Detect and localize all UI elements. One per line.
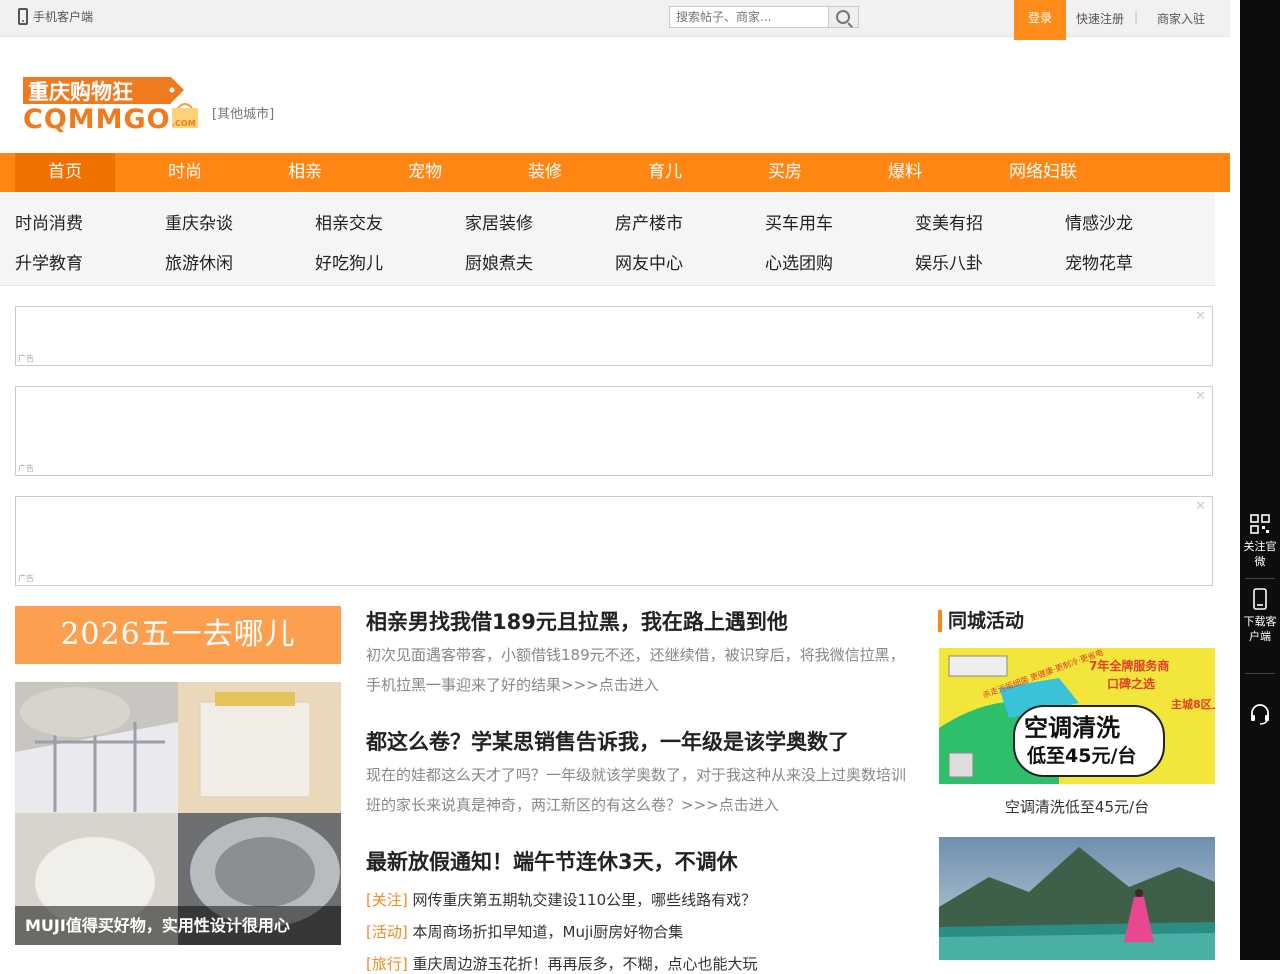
ac-cleaning-image: 空调清洗 低至45元/台 7年全牌服务商 口碑之选 杀走污垢细菌 更健康·更制冷… <box>939 648 1215 784</box>
svg-text:.COM: .COM <box>172 119 196 128</box>
news-item[interactable]: [关注] 网传重庆第五期轨交建设110公里，哪些线路有戏？ <box>366 889 756 910</box>
photo-caption[interactable]: MUJI值得买好物，实用性设计很用心 <box>15 906 341 945</box>
news-item[interactable]: [旅行] 重庆周边游玉花折！再再辰多，不糊，点心也能大玩 <box>366 953 758 974</box>
register-link[interactable]: 快速注册 <box>1076 10 1124 27</box>
nav-dating[interactable]: 相亲 <box>255 153 355 192</box>
ac-caption[interactable]: 空调清洗低至45元/台 <box>939 796 1215 817</box>
other-city-link[interactable]: [其他城市] <box>212 103 274 122</box>
mobile-client-label: 手机客户端 <box>33 10 94 24</box>
subnav-item[interactable]: 家居装修 <box>465 209 533 234</box>
nav-decoration[interactable]: 装修 <box>495 153 595 192</box>
subnav-item[interactable]: 宠物花草 <box>1065 249 1133 274</box>
nav-women-federation[interactable]: 网络妇联 <box>993 153 1093 192</box>
svg-text:口碑之选: 口碑之选 <box>1107 676 1155 691</box>
headset-icon[interactable] <box>1249 703 1271 725</box>
ad-label: 广告 <box>18 574 34 583</box>
ac-cleaning-ad[interactable]: 空调清洗 低至45元/台 7年全牌服务商 口碑之选 杀走污垢细菌 更健康·更制冷… <box>939 648 1215 784</box>
search-input[interactable] <box>669 6 829 28</box>
nav-parenting[interactable]: 育儿 <box>615 153 715 192</box>
ad-label: 广告 <box>18 354 34 363</box>
ad-slot[interactable]: 广告 ✕ <box>15 386 1213 476</box>
nav-breaking[interactable]: 爆料 <box>855 153 955 192</box>
ad-slot[interactable]: 广告 ✕ <box>15 306 1213 366</box>
follow-wechat-button[interactable]: 关注官微 <box>1240 539 1280 569</box>
subnav-item[interactable]: 升学教育 <box>15 249 83 274</box>
news-text: 本周商场折扣早知道，Muji厨房好物合集 <box>412 923 684 941</box>
news-tag: [活动] <box>366 923 408 941</box>
subnav-item[interactable]: 旅游休闲 <box>165 249 233 274</box>
subnav-item[interactable]: 心选团购 <box>765 249 833 274</box>
holiday-banner[interactable]: 2026五一去哪儿 <box>15 606 341 664</box>
close-icon[interactable]: ✕ <box>1195 309 1206 324</box>
nav-house[interactable]: 买房 <box>735 153 835 192</box>
article-title[interactable]: 最新放假通知！端午节连休3天，不调休 <box>366 846 738 876</box>
news-item[interactable]: [活动] 本周商场折扣早知道，Muji厨房好物合集 <box>366 921 683 942</box>
subnav-item[interactable]: 买车用车 <box>765 209 833 234</box>
svg-text:CQMMGO: CQMMGO <box>23 104 171 134</box>
close-icon[interactable]: ✕ <box>1195 499 1206 514</box>
sub-nav: 时尚消费 重庆杂谈 相亲交友 家居装修 房产楼市 买车用车 变美有招 情感沙龙 … <box>0 193 1215 286</box>
search-icon <box>836 10 850 24</box>
nav-home[interactable]: 首页 <box>15 153 115 192</box>
article-desc[interactable]: 现在的娃都这么天才了吗？一年级就该学奥数了，对于我这种从来没上过奥数培训班的家长… <box>366 760 914 820</box>
separator: | <box>1134 10 1139 24</box>
subnav-item[interactable]: 相亲交友 <box>315 209 383 234</box>
search-button[interactable] <box>829 6 859 28</box>
news-text: 网传重庆第五期轨交建设110公里，哪些线路有戏？ <box>412 891 757 909</box>
svg-text:7年全牌服务商: 7年全牌服务商 <box>1089 658 1169 673</box>
phone-download-icon <box>1253 588 1267 610</box>
merchant-link[interactable]: 商家入驻 <box>1157 10 1205 27</box>
download-client-button[interactable]: 下载客户端 <box>1240 614 1280 644</box>
lake-image <box>939 837 1215 960</box>
ad-label: 广告 <box>18 464 34 473</box>
news-tag: [旅行] <box>366 955 408 973</box>
subnav-item[interactable]: 情感沙龙 <box>1065 209 1133 234</box>
svg-text:空调清洗: 空调清洗 <box>1024 714 1120 742</box>
subnav-item[interactable]: 变美有招 <box>915 209 983 234</box>
subnav-item[interactable]: 好吃狗儿 <box>315 249 383 274</box>
news-text: 重庆周边游玉花折！再再辰多，不糊，点心也能大玩 <box>412 955 758 973</box>
divider <box>1245 673 1275 674</box>
phone-icon <box>18 8 28 25</box>
subnav-item[interactable]: 网友中心 <box>615 249 683 274</box>
site-logo[interactable]: 重庆购物狂 CQMMGO .COM <box>22 76 202 134</box>
subnav-item[interactable]: 娱乐八卦 <box>915 249 983 274</box>
nav-fashion[interactable]: 时尚 <box>135 153 235 192</box>
divider <box>1245 578 1275 579</box>
close-icon[interactable]: ✕ <box>1195 389 1206 404</box>
nav-pets[interactable]: 宠物 <box>375 153 475 192</box>
login-button[interactable]: 登录 <box>1014 0 1066 40</box>
ad-slot[interactable]: 广告 ✕ <box>15 496 1213 586</box>
subnav-item[interactable]: 房产楼市 <box>615 209 683 234</box>
article-desc[interactable]: 初次见面遇客带客，小额借钱189元不还，还继续借，被识穿后，将我微信拉黑，手机拉… <box>366 640 914 700</box>
svg-text:重庆购物狂: 重庆购物狂 <box>28 80 133 104</box>
main-nav: 首页 时尚 相亲 宠物 装修 育儿 买房 爆料 网络妇联 <box>0 153 1230 192</box>
floating-sidebar: 关注官微 下载客户端 <box>1240 0 1280 960</box>
svg-text:主城8区上门服务: 主城8区上门服务 <box>1171 697 1215 711</box>
news-tag: [关注] <box>366 891 408 909</box>
subnav-item[interactable]: 厨娘煮夫 <box>465 249 533 274</box>
qrcode-icon <box>1250 514 1270 534</box>
travel-photo[interactable] <box>939 837 1215 960</box>
subnav-item[interactable]: 时尚消费 <box>15 209 83 234</box>
mobile-client-link[interactable]: 手机客户端 <box>18 8 93 25</box>
article-title[interactable]: 都这么卷？学某思销售告诉我，一年级是该学奥数了 <box>366 726 849 756</box>
local-activities-title: 同城活动 <box>938 610 1024 632</box>
article-title[interactable]: 相亲男找我借189元且拉黑，我在路上遇到他 <box>366 606 788 636</box>
subnav-item[interactable]: 重庆杂谈 <box>165 209 233 234</box>
svg-text:低至45元/台: 低至45元/台 <box>1026 744 1136 767</box>
